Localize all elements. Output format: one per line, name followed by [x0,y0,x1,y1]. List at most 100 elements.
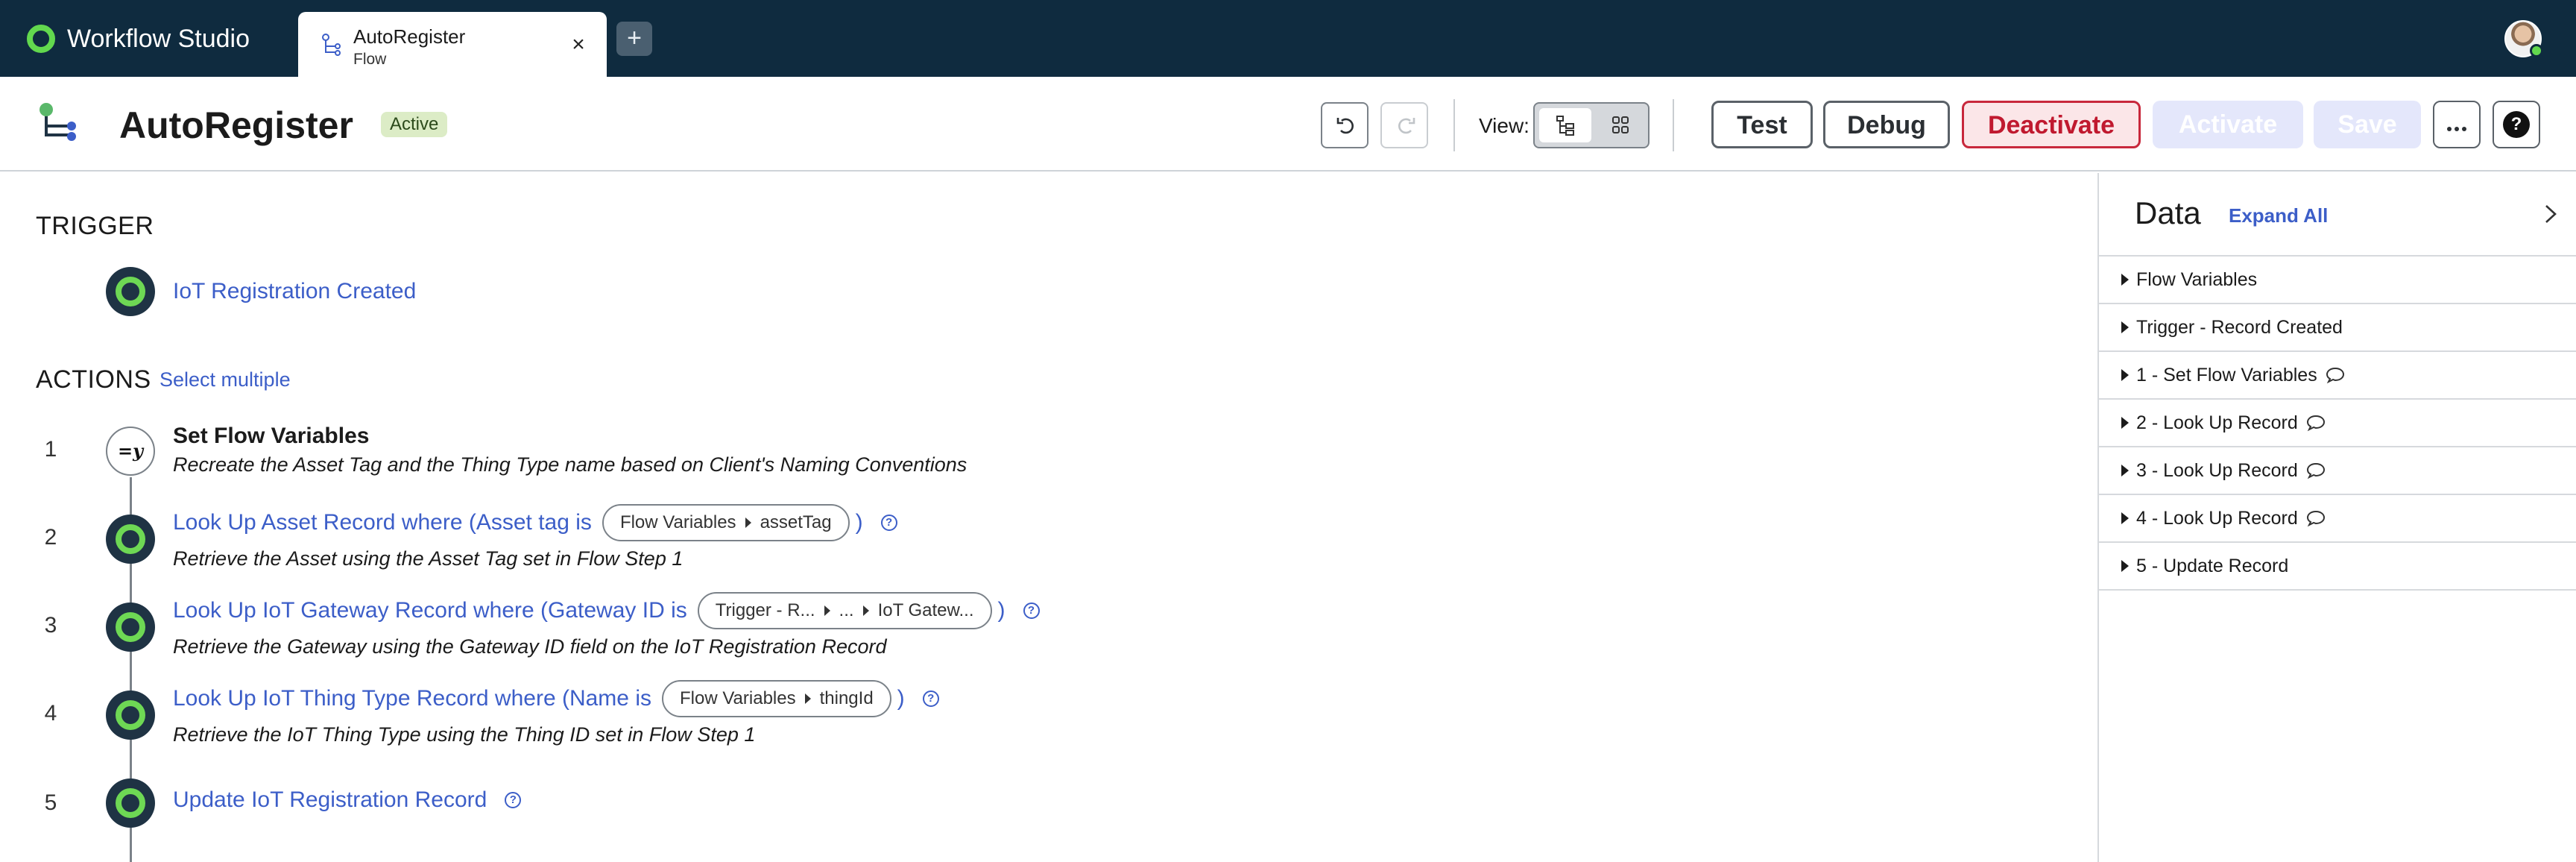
pill-segment: Trigger - R... [715,600,815,620]
data-tree-item-step-4[interactable]: 4 - Look Up Record [2099,495,2576,543]
data-tree-item-flow-variables[interactable]: Flow Variables [2099,257,2576,304]
workflow-studio-logo-icon [27,25,55,53]
action-node-icon[interactable] [106,515,155,564]
expand-all-link[interactable]: Expand All [2229,204,2328,227]
save-button[interactable]: Save [2314,101,2421,148]
data-tree-item-trigger[interactable]: Trigger - Record Created [2099,304,2576,352]
pill-segment: assetTag [760,512,832,532]
flow-tab-icon [322,34,341,56]
data-tree-item-step-1[interactable]: 1 - Set Flow Variables [2099,352,2576,400]
action-row[interactable]: Look Up IoT Gateway Record where (Gatewa… [173,592,1040,629]
user-avatar[interactable] [2504,20,2543,57]
undo-icon [1336,118,1354,134]
data-tree-item-label: 1 - Set Flow Variables [2136,364,2317,386]
caret-right-icon [2121,274,2129,286]
actions-heading: ACTIONS [36,365,151,394]
more-options-icon [2447,127,2466,131]
pill-segment: Flow Variables [679,688,796,708]
caret-right-icon [2121,465,2129,476]
data-tree-item-step-3[interactable]: 3 - Look Up Record [2099,447,2576,495]
tab-autoregister[interactable]: AutoRegister Flow × [298,12,607,77]
action-node-icon[interactable] [106,778,155,828]
pill-segment: IoT Gatew... [877,600,974,620]
action-description: Retrieve the Gateway using the Gateway I… [173,635,887,658]
data-tree-item-label: Trigger - Record Created [2136,316,2343,338]
flow-logo-icon [40,103,76,141]
caret-right-icon [2121,417,2129,429]
step-number: 4 [44,701,57,726]
caret-right-icon [804,693,811,704]
data-panel: Data Expand All Flow Variables Trigger -… [2097,173,2576,862]
comment-icon[interactable] [2305,509,2326,527]
pill-segment: ... [839,600,854,620]
step-number: 5 [44,790,57,815]
close-paren: ) [997,598,1006,623]
data-pill[interactable]: Flow Variables assetTag [602,504,850,541]
action-node-icon[interactable] [106,603,155,652]
close-tab-icon[interactable]: × [565,31,592,58]
caret-right-icon [2121,369,2129,381]
set-variables-icon[interactable]: =y [106,427,155,476]
comment-icon[interactable] [2305,462,2326,479]
action-title[interactable]: Set Flow Variables [173,424,369,449]
view-label: View: [1479,114,1530,137]
close-paren: ) [897,686,905,711]
grid-view-button[interactable] [1594,108,1647,142]
chevron-right-icon[interactable] [2542,203,2560,225]
flow-header: AutoRegister Active View: Test Debug Dea… [0,77,2576,172]
comment-icon[interactable] [2305,414,2326,432]
action-title[interactable]: Update IoT Registration Record [173,787,487,813]
data-tree: Flow Variables Trigger - Record Created … [2099,255,2576,591]
data-tree-item-label: Flow Variables [2136,268,2258,290]
action-row[interactable]: Look Up Asset Record where (Asset tag is… [173,504,897,541]
action-title[interactable]: Look Up Asset Record where (Asset tag is [173,510,592,535]
trigger-heading: TRIGGER [36,212,154,240]
help-icon[interactable]: ? [505,792,522,808]
help-icon[interactable]: ? [880,515,897,531]
brand[interactable]: Workflow Studio [27,21,250,57]
caret-right-icon [824,605,830,616]
help-icon[interactable]: ? [922,690,939,707]
help-button[interactable]: ? [2493,101,2540,148]
help-icon: ? [2503,111,2530,138]
tree-view-button[interactable] [1539,108,1591,142]
more-options-button[interactable] [2433,101,2481,148]
activate-button[interactable]: Activate [2153,101,2303,148]
tree-view-icon [1556,116,1574,136]
action-row[interactable]: Look Up IoT Thing Type Record where (Nam… [173,680,939,717]
data-tree-item-label: 3 - Look Up Record [2136,459,2298,481]
action-description: Retrieve the IoT Thing Type using the Th… [173,723,756,746]
caret-right-icon [2121,560,2129,572]
action-title[interactable]: Look Up IoT Gateway Record where (Gatewa… [173,598,687,623]
data-pill[interactable]: Flow Variables thingId [661,680,891,717]
comment-icon[interactable] [2325,366,2346,384]
online-status-icon [2530,44,2543,57]
redo-icon [1398,118,1415,134]
action-node-icon[interactable] [106,690,155,740]
tab-subtitle: Flow [353,51,387,68]
close-paren: ) [855,510,863,535]
new-tab-button[interactable]: + [616,22,652,56]
caret-right-icon [862,605,869,616]
undo-button[interactable] [1321,102,1368,148]
caret-right-icon [745,517,751,528]
data-tree-item-step-5[interactable]: 5 - Update Record [2099,543,2576,591]
data-panel-title: Data [2135,195,2201,230]
step-number: 3 [44,613,57,638]
trigger-node-icon[interactable] [106,267,155,316]
debug-button[interactable]: Debug [1823,101,1950,148]
page-title: AutoRegister [119,104,353,146]
step-number: 2 [44,525,57,550]
test-button[interactable]: Test [1711,101,1813,148]
app-bar: Workflow Studio AutoRegister Flow × + [0,0,2576,77]
action-title[interactable]: Look Up IoT Thing Type Record where (Nam… [173,686,651,711]
redo-button[interactable] [1380,102,1428,148]
action-description: Retrieve the Asset using the Asset Tag s… [173,547,684,570]
deactivate-button[interactable]: Deactivate [1962,101,2141,148]
select-multiple-link[interactable]: Select multiple [160,368,291,391]
data-pill[interactable]: Trigger - R... ... IoT Gatew... [697,592,992,629]
data-tree-item-step-2[interactable]: 2 - Look Up Record [2099,400,2576,447]
help-icon[interactable]: ? [1023,603,1040,619]
action-row[interactable]: Update IoT Registration Record ? [173,787,522,813]
trigger-label[interactable]: IoT Registration Created [173,279,416,304]
